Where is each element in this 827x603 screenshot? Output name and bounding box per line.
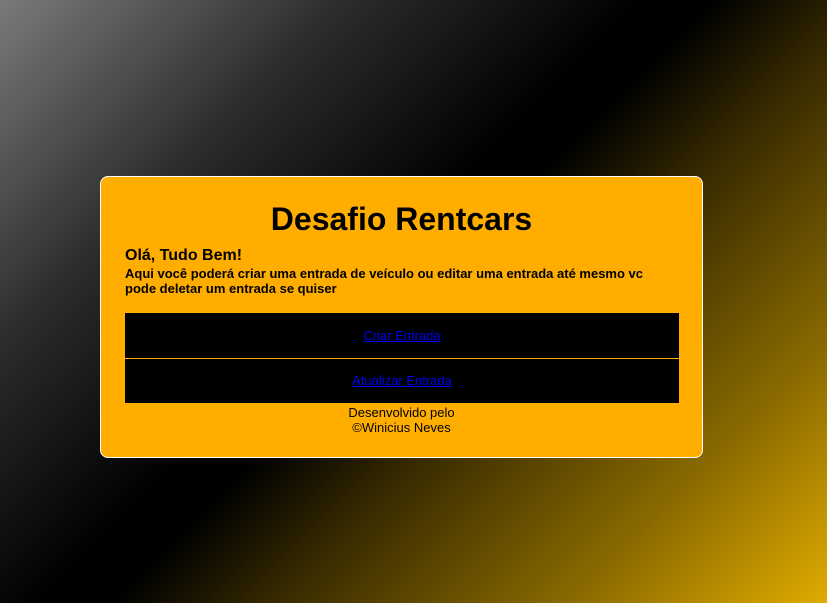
create-entry-button[interactable]: Criar Entrada xyxy=(125,314,679,358)
greeting-heading: Olá, Tudo Bem! xyxy=(125,247,243,264)
create-entry-link[interactable]: Criar Entrada xyxy=(363,328,440,343)
footer: Desenvolvido pelo ©Winicius Neves xyxy=(101,405,702,435)
footer-author: ©Winicius Neves xyxy=(352,420,451,435)
update-entry-button[interactable]: Atualizar Entrada xyxy=(125,359,679,403)
main-card: Desafio Rentcars Olá, Tudo Bem! Aqui voc… xyxy=(100,176,703,458)
update-entry-link[interactable]: Atualizar Entrada xyxy=(352,373,452,388)
description-text: Aqui você poderá criar uma entrada de ve… xyxy=(125,266,644,296)
footer-credit-line: Desenvolvido pelo xyxy=(348,405,455,420)
page-title: Desafio Rentcars xyxy=(270,201,533,237)
